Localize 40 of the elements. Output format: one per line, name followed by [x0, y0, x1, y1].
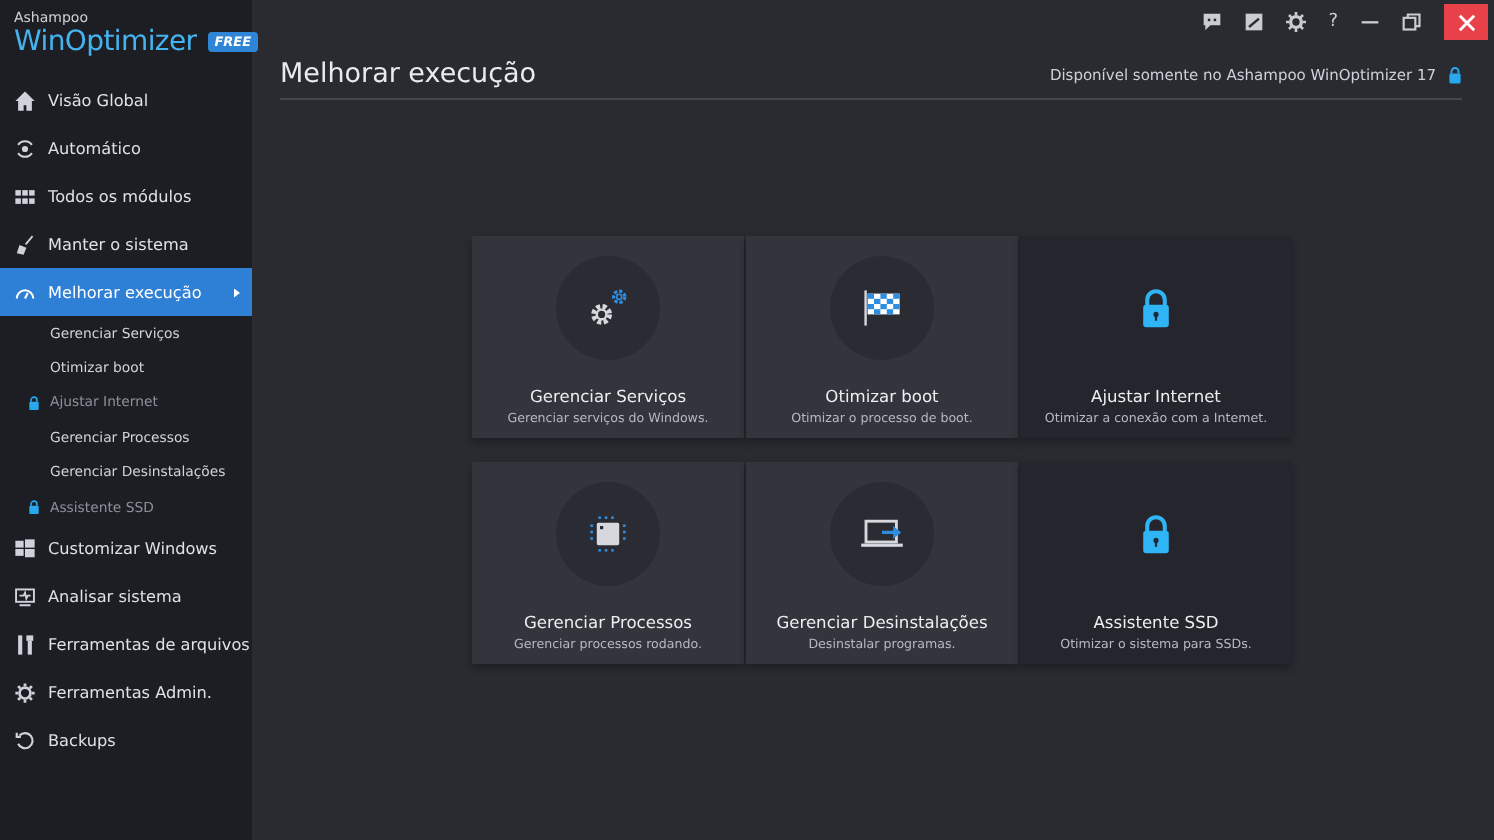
product-name: WinOptimizer	[14, 26, 197, 58]
lock-icon	[1448, 65, 1462, 83]
feedback-icon[interactable]	[1202, 12, 1223, 32]
sidebar-item[interactable]: Todos os módulos	[0, 172, 252, 220]
tile-title: Assistente SSD	[1093, 612, 1219, 632]
sidebar-item[interactable]: Automático	[0, 124, 252, 172]
windows-icon	[14, 537, 36, 560]
backup-icon	[14, 729, 36, 752]
grid-icon	[14, 185, 36, 207]
broom-icon	[14, 233, 36, 255]
tools-icon	[14, 633, 36, 656]
tile-title: Gerenciar Processos	[524, 612, 692, 632]
tile-title: Ajustar Internet	[1091, 386, 1221, 406]
monitor-icon	[14, 585, 36, 608]
auto-icon	[14, 137, 36, 159]
edit-icon[interactable]	[1244, 12, 1265, 32]
sidebar-item[interactable]: Customizar Windows	[0, 524, 252, 573]
sidebar-item[interactable]: Ferramentas Admin.	[0, 668, 252, 717]
sidebar-item[interactable]: Ferramentas de arquivos	[0, 620, 252, 669]
sidebar-item[interactable]: Visão Global	[0, 76, 252, 124]
sidebar-item[interactable]: Manter o sistema	[0, 220, 252, 268]
home-icon	[14, 89, 36, 111]
sidebar-item[interactable]: Melhorar execução	[0, 268, 252, 316]
settings-icon[interactable]	[1286, 12, 1307, 32]
lock-icon	[28, 500, 40, 515]
help-button[interactable]: ?	[1328, 12, 1338, 32]
tile-title: Gerenciar Serviços	[529, 386, 687, 406]
page-title: Melhorar execução	[280, 58, 537, 90]
close-button[interactable]	[1444, 4, 1488, 40]
restore-icon[interactable]	[1402, 12, 1422, 32]
gear-icon	[14, 681, 36, 704]
sidebar-item[interactable]: Analisar sistema	[0, 572, 252, 621]
chip-icon	[584, 510, 632, 558]
lock-icon	[28, 395, 40, 410]
sidebar-item[interactable]: Backups	[0, 716, 252, 765]
checkered-flag-icon	[858, 284, 906, 332]
tile-title: Otimizar boot	[825, 386, 939, 406]
caret-icon	[234, 287, 240, 297]
close-icon	[1457, 13, 1475, 31]
tile-title: Gerenciar Desinstalações	[776, 612, 988, 632]
